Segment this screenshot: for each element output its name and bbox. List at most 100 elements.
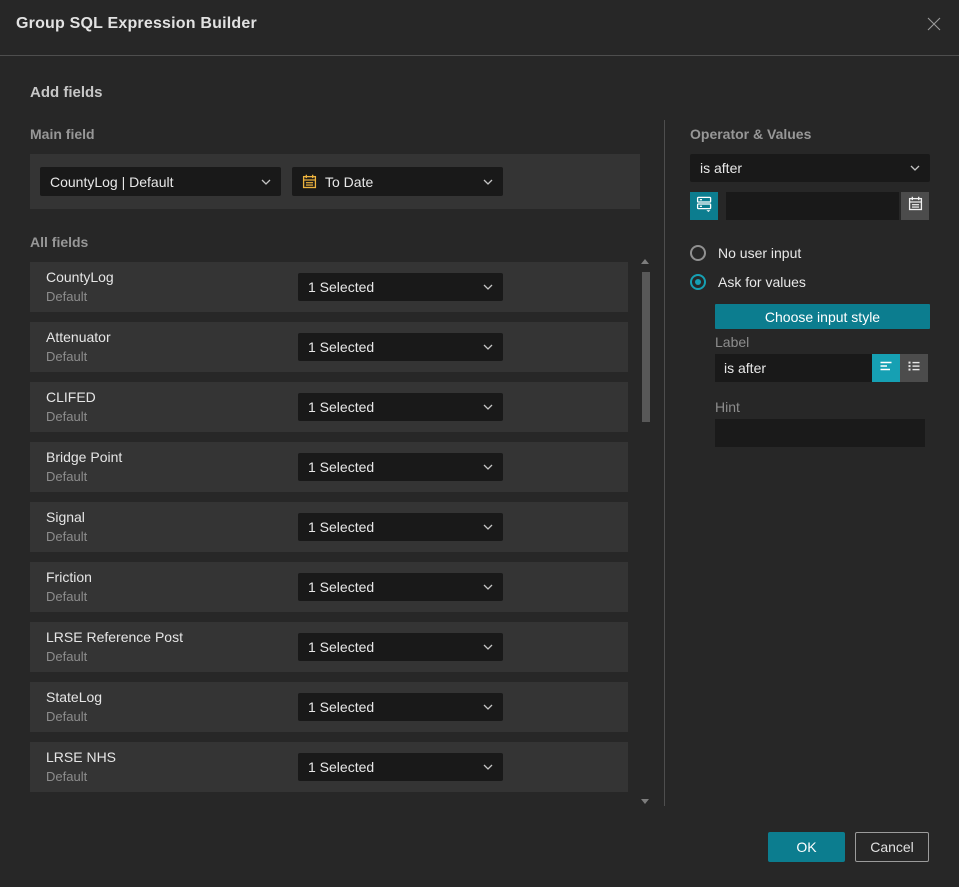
field-subtitle: Default <box>46 289 88 304</box>
chevron-down-icon <box>483 404 493 410</box>
field-selection-dropdown[interactable]: 1 Selected <box>298 453 503 481</box>
date-type-dropdown[interactable]: To Date <box>292 167 503 196</box>
field-row: Friction Default 1 Selected <box>30 562 628 612</box>
field-name: CLIFED <box>46 389 96 405</box>
chevron-down-icon <box>483 644 493 650</box>
panel-divider <box>664 120 665 806</box>
label-heading: Label <box>715 334 750 350</box>
dropdown-value: 1 Selected <box>308 279 375 295</box>
field-row: CountyLog Default 1 Selected <box>30 262 628 312</box>
main-field-dropdown[interactable]: CountyLog | Default <box>40 167 281 196</box>
chevron-down-icon <box>483 284 493 290</box>
hint-heading: Hint <box>715 399 740 415</box>
value-input[interactable] <box>726 192 899 220</box>
field-subtitle: Default <box>46 589 88 604</box>
dialog-title: Group SQL Expression Builder <box>16 15 257 32</box>
dropdown-value: 1 Selected <box>308 339 375 355</box>
close-button[interactable] <box>923 15 945 37</box>
field-name: StateLog <box>46 689 103 705</box>
ask-for-values-label: Ask for values <box>718 274 806 290</box>
cancel-button[interactable]: Cancel <box>855 832 929 862</box>
add-fields-heading: Add fields <box>30 84 103 101</box>
field-selection-dropdown[interactable]: 1 Selected <box>298 573 503 601</box>
field-subtitle: Default <box>46 409 88 424</box>
chevron-down-icon <box>910 165 920 171</box>
operator-dropdown[interactable]: is after <box>690 154 930 182</box>
chevron-down-icon <box>483 179 493 185</box>
choose-input-style-button[interactable]: Choose input style <box>715 304 930 329</box>
chevron-down-icon <box>483 524 493 530</box>
field-row: LRSE NHS Default 1 Selected <box>30 742 628 792</box>
field-row: Bridge Point Default 1 Selected <box>30 442 628 492</box>
chevron-down-icon <box>483 704 493 710</box>
field-subtitle: Default <box>46 469 88 484</box>
all-fields-list: CountyLog Default 1 Selected Attenuator … <box>30 262 628 802</box>
field-selection-dropdown[interactable]: 1 Selected <box>298 693 503 721</box>
value-picker-button[interactable] <box>690 192 718 220</box>
bullet-list-icon <box>906 358 922 379</box>
field-selection-dropdown[interactable]: 1 Selected <box>298 633 503 661</box>
chevron-down-icon <box>483 344 493 350</box>
main-field-dropdown-value: CountyLog | Default <box>50 173 174 190</box>
field-name: Signal <box>46 509 85 525</box>
field-subtitle: Default <box>46 529 88 544</box>
field-row: Attenuator Default 1 Selected <box>30 322 628 372</box>
field-row: Signal Default 1 Selected <box>30 502 628 552</box>
calendar-picker-button[interactable] <box>901 192 929 220</box>
dropdown-value: 1 Selected <box>308 459 375 475</box>
label-input[interactable] <box>715 354 872 382</box>
main-field-label: Main field <box>30 126 95 142</box>
field-selection-dropdown[interactable]: 1 Selected <box>298 333 503 361</box>
calendar-icon <box>302 174 317 189</box>
field-row: StateLog Default 1 Selected <box>30 682 628 732</box>
field-name: LRSE NHS <box>46 749 117 765</box>
field-selection-dropdown[interactable]: 1 Selected <box>298 513 503 541</box>
field-name: LRSE Reference Post <box>46 629 183 645</box>
dropdown-value: 1 Selected <box>308 579 375 595</box>
chevron-down-icon <box>261 179 271 185</box>
list-style-button[interactable] <box>900 354 928 382</box>
dropdown-value: 1 Selected <box>308 519 375 535</box>
field-selection-dropdown[interactable]: 1 Selected <box>298 273 503 301</box>
close-icon <box>926 16 942 37</box>
operator-values-heading: Operator & Values <box>690 126 812 142</box>
ask-for-values-radio[interactable]: Ask for values <box>690 274 806 290</box>
radio-selected-icon <box>690 274 706 290</box>
chevron-down-icon <box>483 764 493 770</box>
stacked-values-icon <box>696 195 713 217</box>
ok-button[interactable]: OK <box>768 832 845 862</box>
scrollbar-down-arrow[interactable] <box>641 799 649 804</box>
field-subtitle: Default <box>46 649 88 664</box>
align-left-lines-icon <box>878 358 894 379</box>
dropdown-value: 1 Selected <box>308 639 375 655</box>
operator-dropdown-value: is after <box>700 160 743 176</box>
dropdown-value: 1 Selected <box>308 759 375 775</box>
field-name: CountyLog <box>46 269 114 285</box>
all-fields-label: All fields <box>30 234 89 250</box>
field-row: LRSE Reference Post Default 1 Selected <box>30 622 628 672</box>
field-subtitle: Default <box>46 769 88 784</box>
field-selection-dropdown[interactable]: 1 Selected <box>298 393 503 421</box>
hint-input[interactable] <box>715 419 925 447</box>
radio-unselected-icon <box>690 245 706 261</box>
chevron-down-icon <box>483 464 493 470</box>
dropdown-value: 1 Selected <box>308 399 375 415</box>
scrollbar-up-arrow[interactable] <box>641 259 649 264</box>
no-user-input-label: No user input <box>718 245 802 261</box>
field-name: Attenuator <box>46 329 111 345</box>
scrollbar-thumb[interactable] <box>642 272 650 422</box>
field-subtitle: Default <box>46 349 88 364</box>
field-subtitle: Default <box>46 709 88 724</box>
dropdown-value: 1 Selected <box>308 699 375 715</box>
field-selection-dropdown[interactable]: 1 Selected <box>298 753 503 781</box>
main-field-box: CountyLog | Default To Date <box>30 154 640 209</box>
single-line-style-button[interactable] <box>872 354 900 382</box>
field-name: Bridge Point <box>46 449 123 465</box>
no-user-input-radio[interactable]: No user input <box>690 245 801 261</box>
date-type-dropdown-value: To Date <box>325 173 374 190</box>
calendar-icon <box>908 196 923 216</box>
chevron-down-icon <box>483 584 493 590</box>
field-row: CLIFED Default 1 Selected <box>30 382 628 432</box>
field-name: Friction <box>46 569 92 585</box>
dialog-header: Group SQL Expression Builder <box>0 0 959 56</box>
